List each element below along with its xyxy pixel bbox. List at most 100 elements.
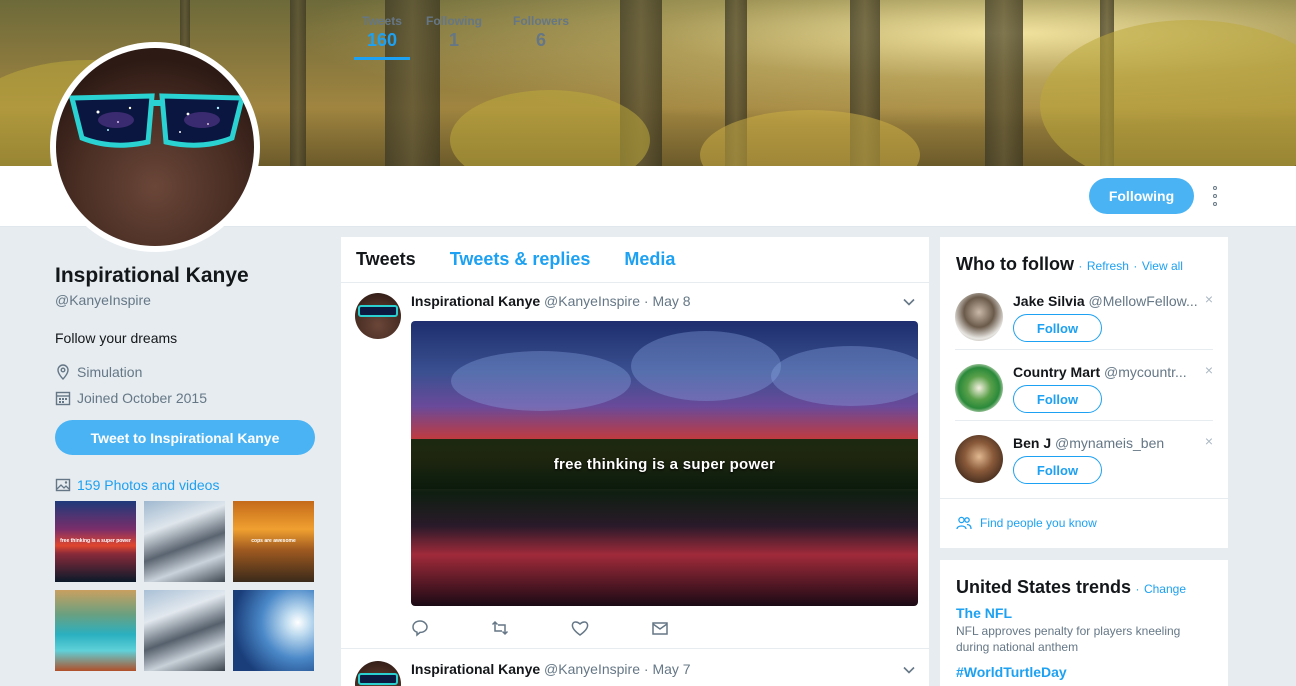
close-icon[interactable]: × (1205, 433, 1213, 449)
chevron-down-icon[interactable] (903, 664, 915, 676)
profile-avatar[interactable] (50, 42, 260, 252)
following-button[interactable]: Following (1089, 178, 1194, 214)
who-to-follow-title: Who to follow (956, 254, 1074, 274)
suggested-user[interactable]: Jake Silvia @MellowFellow... Follow × (955, 285, 1213, 356)
tweet-actions (411, 619, 669, 637)
suggested-user[interactable]: Ben J @mynameis_ben Follow × (955, 427, 1213, 498)
tweet-author-name[interactable]: Inspirational Kanye (411, 293, 540, 309)
follow-button[interactable]: Follow (1013, 385, 1102, 413)
tweet-date-sep: · (643, 661, 649, 677)
refresh-link[interactable]: Refresh (1087, 259, 1129, 273)
profile-bio: Follow your dreams (55, 330, 178, 346)
tweet-image-caption: free thinking is a super power (553, 456, 776, 473)
thumb-caption: free thinking is a super power (60, 538, 131, 544)
media-thumbnail[interactable] (144, 501, 225, 582)
stat-following[interactable]: Following 1 (425, 14, 483, 60)
sunglasses-graphic (68, 93, 246, 148)
tweet-item[interactable]: Inspirational Kanye @KanyeInspire · May … (341, 649, 929, 686)
change-link[interactable]: Change (1144, 582, 1186, 596)
tweet-avatar[interactable] (355, 293, 401, 339)
avatar[interactable] (955, 364, 1003, 412)
timeline: Tweets Tweets & replies Media Inspiratio… (341, 237, 929, 686)
trends-title: United States trends (956, 577, 1132, 597)
tweet-image[interactable]: free thinking is a super power (411, 321, 918, 606)
close-icon[interactable]: × (1205, 362, 1213, 378)
tweet-header: Inspirational Kanye @KanyeInspire · May … (411, 293, 691, 309)
thumb-caption: cops are awesome (251, 538, 296, 544)
trends-module: United States trends · Change The NFL NF… (940, 560, 1228, 686)
retweet-icon[interactable] (491, 619, 509, 637)
trend-name[interactable]: #WorldTurtleDay (956, 664, 1196, 680)
stat-tweets[interactable]: Tweets 160 (354, 14, 410, 60)
profile-name[interactable]: Inspirational Kanye (55, 264, 315, 288)
message-icon[interactable] (651, 619, 669, 637)
tab-media[interactable]: Media (624, 249, 675, 270)
media-thumbnail[interactable] (144, 590, 225, 671)
timeline-tabs: Tweets Tweets & replies Media (341, 237, 929, 283)
follow-button[interactable]: Follow (1013, 314, 1102, 342)
media-thumbnail[interactable] (233, 590, 314, 671)
location-icon (57, 364, 69, 380)
avatar (56, 48, 254, 246)
refresh-sep: · (1078, 259, 1083, 273)
joined-text: Joined October 2015 (77, 390, 207, 406)
find-people-link[interactable]: Find people you know (956, 516, 1097, 530)
divider (940, 498, 1228, 499)
reply-icon[interactable] (411, 619, 429, 637)
tweet-author-handle[interactable]: @KanyeInspire (544, 293, 640, 309)
trend-name[interactable]: The NFL (956, 605, 1196, 621)
people-icon (956, 516, 972, 530)
tweet-date-sep: · (643, 293, 649, 309)
suggested-user-name[interactable]: Jake Silvia @MellowFellow... (1013, 293, 1203, 309)
media-thumbnail[interactable]: free thinking is a super power (55, 501, 136, 582)
divider (955, 349, 1213, 350)
trend-description: NFL approves penalty for players kneelin… (956, 624, 1181, 654)
profile-sidebar: Inspirational Kanye @KanyeInspire Follow… (55, 264, 315, 671)
tweet-date[interactable]: May 7 (652, 661, 690, 677)
profile-joined: Joined October 2015 (55, 390, 315, 406)
change-sep: · (1135, 582, 1140, 596)
chevron-down-icon[interactable] (903, 296, 915, 308)
stat-tweets-value: 160 (366, 30, 398, 50)
trends-header: United States trends · Change (956, 577, 1186, 598)
who-to-follow-header: Who to follow · Refresh · View all (956, 254, 1183, 275)
media-thumbnail[interactable] (55, 590, 136, 671)
view-all-sep: · (1133, 259, 1138, 273)
more-icon[interactable] (1207, 186, 1223, 206)
tab-tweets-replies[interactable]: Tweets & replies (450, 249, 591, 270)
tweet-item[interactable]: Inspirational Kanye @KanyeInspire · May … (341, 283, 929, 649)
divider (955, 420, 1213, 421)
view-all-link[interactable]: View all (1142, 259, 1183, 273)
tweet-avatar[interactable] (355, 661, 401, 686)
avatar[interactable] (955, 435, 1003, 483)
stat-followers[interactable]: Followers 6 (512, 14, 570, 60)
trend-item[interactable]: #WorldTurtleDay (956, 664, 1196, 680)
suggested-user[interactable]: Country Mart @mycountr... Follow × (955, 356, 1213, 427)
follow-button[interactable]: Follow (1013, 456, 1102, 484)
tweet-header: Inspirational Kanye @KanyeInspire · May … (411, 661, 691, 677)
photo-icon (55, 478, 71, 492)
who-to-follow-module: Who to follow · Refresh · View all Jake … (940, 237, 1228, 548)
tab-tweets[interactable]: Tweets (356, 249, 416, 270)
suggested-user-name[interactable]: Ben J @mynameis_ben (1013, 435, 1203, 451)
profile-handle[interactable]: @KanyeInspire (55, 292, 315, 308)
suggested-user-name[interactable]: Country Mart @mycountr... (1013, 364, 1203, 380)
tweet-author-handle[interactable]: @KanyeInspire (544, 661, 640, 677)
find-people-label: Find people you know (980, 516, 1097, 530)
trend-item[interactable]: The NFL NFL approves penalty for players… (956, 605, 1196, 655)
media-thumbnail[interactable]: cops are awesome (233, 501, 314, 582)
avatar[interactable] (955, 293, 1003, 341)
stat-tweets-label: Tweets (362, 14, 402, 28)
tweet-date[interactable]: May 8 (652, 293, 690, 309)
photos-videos-link[interactable]: 159 Photos and videos (55, 477, 315, 493)
close-icon[interactable]: × (1205, 291, 1213, 307)
stat-following-value: 1 (448, 30, 459, 50)
profile-location: Simulation (55, 364, 315, 380)
like-icon[interactable] (571, 619, 589, 637)
photos-videos-label: 159 Photos and videos (77, 477, 220, 493)
tweet-to-button[interactable]: Tweet to Inspirational Kanye (55, 420, 315, 455)
stat-followers-value: 6 (535, 30, 546, 50)
stat-followers-label: Followers (512, 14, 569, 28)
tweet-author-name[interactable]: Inspirational Kanye (411, 661, 540, 677)
media-thumbnails: free thinking is a super power cops are … (55, 501, 315, 671)
